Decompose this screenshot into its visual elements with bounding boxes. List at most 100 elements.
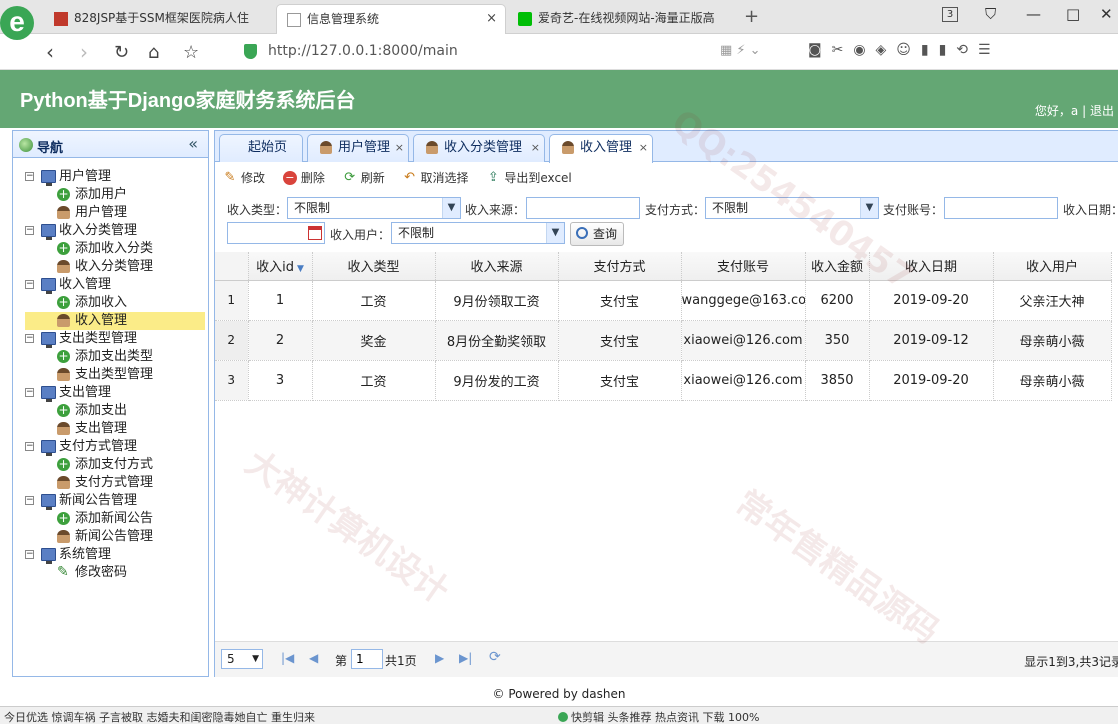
delete-label: 删除 [300,171,325,185]
income-date-picker[interactable] [227,222,325,244]
new-tab-button[interactable]: + [744,6,759,27]
edit-button[interactable]: ✎ 修改 [223,169,265,187]
nav-item[interactable]: + 添加支出类型 [25,348,205,366]
nav-group[interactable]: − 支付方式管理 [25,438,205,456]
nav-group[interactable]: − 收入管理 [25,276,205,294]
logout-link[interactable]: 退出 [1090,104,1114,118]
collapse-toggle-icon[interactable]: − [25,172,34,181]
page-number-input[interactable] [351,649,383,669]
reload-icon[interactable]: ↻ [114,42,129,63]
last-page-icon[interactable]: ▶| [459,651,472,665]
news-ticker[interactable]: 今日优选 惊调车祸 子言被取 志婚夫和闺密隐毒她自亡 重生归来 [4,709,315,724]
income-type-select[interactable]: 不限制 ▼ [287,197,461,219]
income-user-select[interactable]: 不限制 ▼ [391,222,565,244]
nav-item[interactable]: 支出类型管理 [25,366,205,384]
nav-item[interactable]: 收入管理 [25,312,205,330]
nav-item[interactable]: + 添加收入 [25,294,205,312]
col-income-user[interactable]: 收入用户 [993,252,1112,281]
col-income-date[interactable]: 收入日期 [869,252,994,281]
collapse-toggle-icon[interactable]: − [25,280,34,289]
browser-logo-icon[interactable]: e [0,6,34,40]
chevron-down-icon: ▼ [442,198,460,218]
tab-income-management[interactable]: 收入管理 × [549,134,653,163]
browser-tab-3[interactable]: 爱奇艺-在线视频网站-海量正版高 [508,4,738,34]
refresh-icon[interactable]: ⟳ [489,649,501,665]
nav-item[interactable]: ✎ 修改密码 [25,564,205,582]
nav-group[interactable]: − 系统管理 [25,546,205,564]
back-icon[interactable]: ‹ [46,40,54,64]
table-row[interactable]: 1 1 工资 9月份领取工资 支付宝 wanggege@163.co 6200 2019-09… [215,280,1112,321]
collapse-toggle-icon[interactable]: − [25,550,34,559]
nav-group[interactable]: − 支出类型管理 [25,330,205,348]
status-tools[interactable]: 快剪辑 头条推荐 热点资讯 下载 100% [558,709,759,724]
nav-item[interactable]: + 添加支出 [25,402,205,420]
collapse-icon[interactable]: « [188,134,198,153]
nav-item[interactable]: + 添加收入分类 [25,240,205,258]
nav-group[interactable]: − 用户管理 [25,168,205,186]
collapse-toggle-icon[interactable]: − [25,442,34,451]
table-row[interactable]: 2 2 奖金 8月份全勤奖领取 支付宝 xiaowei@126.com 350 2019-09… [215,320,1112,361]
pay-account-input[interactable] [944,197,1058,219]
shirt-skin-icon[interactable]: ⛉ [985,5,996,23]
pay-method-select[interactable]: 不限制 ▼ [705,197,879,219]
income-source-input[interactable] [526,197,640,219]
browser-tab-2-active[interactable]: 信息管理系统 × [276,4,506,34]
url-field[interactable]: http://127.0.0.1:8000/main ▦ ⚡ ⌄ [232,39,782,65]
minimize-icon[interactable]: — [1026,5,1041,23]
close-tab-icon[interactable]: × [486,5,497,33]
maximize-icon[interactable]: □ [1066,5,1080,23]
url-text[interactable]: http://127.0.0.1:8000/main [268,43,458,59]
col-income-source[interactable]: 收入来源 [435,252,559,281]
browser-tab-title: 信息管理系统 [307,12,380,26]
nav-item[interactable]: 收入分类管理 [25,258,205,276]
next-page-icon[interactable]: ▶ [435,651,444,665]
tab-income-category-management[interactable]: 收入分类管理 × [413,134,545,162]
user-icon [57,314,70,327]
nav-group[interactable]: − 收入分类管理 [25,222,205,240]
nav-item[interactable]: 新闻公告管理 [25,528,205,546]
nav-group[interactable]: − 支出管理 [25,384,205,402]
search-button[interactable]: 查询 [570,222,625,246]
collapse-toggle-icon[interactable]: − [25,334,34,343]
tab-user-management[interactable]: 用户管理 × [307,134,409,162]
status-tools-label: 快剪辑 头条推荐 热点资讯 下载 100% [571,711,760,724]
page-size-select[interactable]: 5 ▼ [221,649,263,669]
home-icon[interactable]: ⌂ [148,42,159,63]
close-icon[interactable]: × [395,135,404,161]
collapse-toggle-icon[interactable]: − [25,226,34,235]
nav-item[interactable]: + 添加支付方式 [25,456,205,474]
star-icon[interactable]: ☆ [183,42,199,63]
delete-button[interactable]: − 删除 [282,169,325,187]
tab-start-page[interactable]: 起始页 [219,134,303,162]
prev-page-icon[interactable]: ◀ [309,651,318,665]
col-amount[interactable]: 收入金额 [805,252,870,281]
user-icon [57,260,70,273]
forward-icon[interactable]: › [80,40,88,64]
url-tools-icon[interactable]: ▦ ⚡ ⌄ [720,43,761,58]
export-excel-button[interactable]: ⇪ 导出到excel [486,169,572,187]
col-income-type[interactable]: 收入类型 [312,252,436,281]
nav-item[interactable]: + 添加用户 [25,186,205,204]
nav-item[interactable]: 支付方式管理 [25,474,205,492]
tab-count-badge[interactable]: 3 [942,7,958,22]
close-icon[interactable]: × [639,135,648,161]
calendar-icon[interactable] [308,226,322,240]
nav-item[interactable]: 用户管理 [25,204,205,222]
col-income-id[interactable]: 收入id ▼ [248,252,313,281]
col-pay-account[interactable]: 支付账号 [681,252,806,281]
first-page-icon[interactable]: |◀ [281,651,294,665]
extension-icons[interactable]: ◙✂◉◈☺▮▮⟲☰ [808,42,1001,58]
table-row[interactable]: 3 3 工资 9月份发的工资 支付宝 xiaowei@126.com 3850 2019-09… [215,360,1112,401]
collapse-toggle-icon[interactable]: − [25,496,34,505]
nav-item[interactable]: + 添加新闻公告 [25,510,205,528]
close-window-icon[interactable]: ✕ [1100,5,1113,23]
browser-tab-1[interactable]: 828JSP基于SSM框架医院病人住 [44,4,274,34]
col-pay-method[interactable]: 支付方式 [558,252,682,281]
close-icon[interactable]: × [531,135,540,161]
unselect-button[interactable]: ↶ 取消选择 [403,169,468,187]
nav-item[interactable]: 支出管理 [25,420,205,438]
refresh-button[interactable]: ⟳ 刷新 [343,169,384,187]
collapse-toggle-icon[interactable]: − [25,388,34,397]
pay-account-label: 支付账号： [883,203,944,217]
nav-group[interactable]: − 新闻公告管理 [25,492,205,510]
